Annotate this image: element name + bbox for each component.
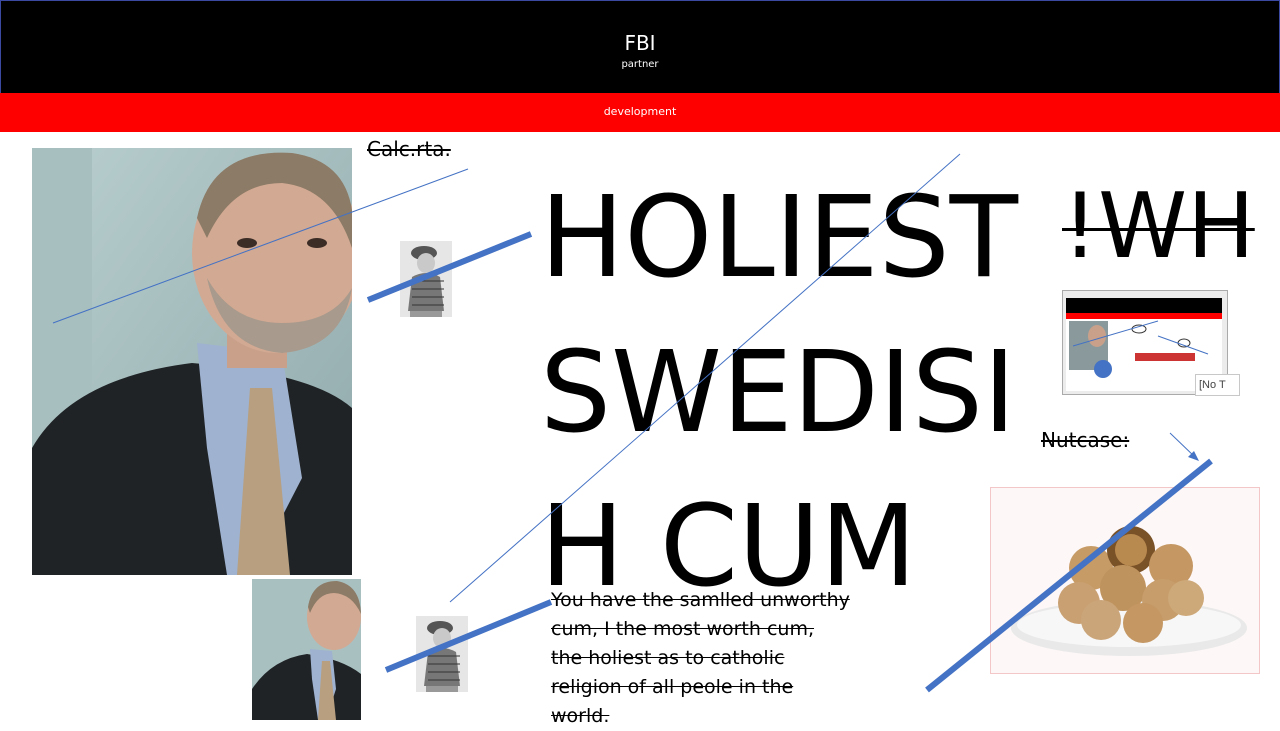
headline-line-2: SWEDISI: [540, 328, 1016, 458]
vintage-figure-image-top: [400, 241, 452, 317]
walnuts-photo: [990, 487, 1260, 674]
banner-bar: development: [0, 93, 1280, 132]
header-subtitle: partner: [621, 59, 659, 70]
nutcase-label: Nutcase:: [1041, 428, 1130, 452]
header-bar: FBI partner: [0, 0, 1280, 93]
portrait-photo-small: [252, 579, 361, 720]
banner-label: development: [603, 105, 677, 118]
header-title: FBI: [624, 31, 656, 55]
body-paragraph: You have the samlled unworthy cum, I the…: [551, 589, 850, 727]
calc-label: Calc.rta.: [367, 137, 451, 161]
portrait-photo-large: [32, 148, 352, 575]
headline-side-fragment: !WH: [1062, 174, 1255, 279]
thumbnail-tooltip: [No T: [1195, 374, 1240, 396]
vintage-figure-image-bottom: [416, 616, 468, 692]
headline-line-1: HOLIEST: [540, 173, 1019, 303]
